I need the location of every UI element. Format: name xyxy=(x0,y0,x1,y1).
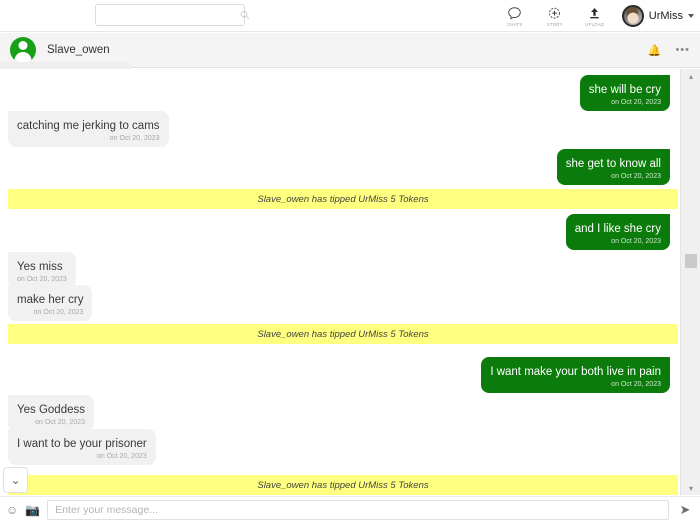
message-text: she will be cry xyxy=(588,84,661,96)
story-plus-icon xyxy=(547,5,562,21)
message-timestamp: on Oct 20, 2023 xyxy=(96,453,147,460)
avatar xyxy=(621,5,644,27)
outgoing-message-row: she will be cry on Oct 20, 2023 xyxy=(579,75,670,111)
scroll-up-arrow[interactable]: ▴ xyxy=(681,69,700,83)
user-name: UrMiss xyxy=(648,10,683,22)
message-text: I want make your both live in pain xyxy=(490,366,661,378)
incoming-message-row: Yes Goddess on Oct 20, 2023 xyxy=(8,395,94,431)
tip-notification-banner: Slave_owen has tipped UrMiss 5 Tokens xyxy=(8,475,678,495)
message-timestamp: on Oct 20, 2023 xyxy=(611,173,661,180)
incoming-message-row: Yes miss on Oct 20, 2023 xyxy=(8,252,76,288)
message-text: make her cry xyxy=(17,294,84,306)
more-options-icon[interactable]: ••• xyxy=(675,44,690,56)
message-bubble[interactable]: Yes Goddess on Oct 20, 2023 xyxy=(8,395,94,431)
message-bubble[interactable]: catching me jerking to cams on Oct 20, 20… xyxy=(8,111,169,147)
scroll-down-arrow[interactable]: ▾ xyxy=(681,481,700,495)
message-bubble[interactable]: I want make your both live in pain on Oct… xyxy=(481,357,670,393)
message-composer: ☺ 📷 ➤ xyxy=(0,496,700,523)
message-bubble[interactable]: Yes miss on Oct 20, 2023 xyxy=(8,252,76,288)
incoming-message-row: catching me jerking to cams on Oct 20, 20… xyxy=(8,111,169,147)
message-text: Yes miss xyxy=(17,261,63,273)
nav-story-label: STORY xyxy=(546,22,563,27)
outgoing-message-row: and I like she cry on Oct 20, 2023 xyxy=(565,214,670,250)
tip-notification-banner: Slave_owen has tipped UrMiss 5 Tokens xyxy=(8,189,678,209)
message-text: I want to be your prisoner xyxy=(17,438,147,450)
message-bubble[interactable]: and I like she cry on Oct 20, 2023 xyxy=(565,214,670,250)
message-bubble[interactable]: she get to know all on Oct 20, 2023 xyxy=(556,149,670,185)
message-bubble[interactable]: make her cry on Oct 20, 2023 xyxy=(8,285,93,321)
message-bubble[interactable]: she will be cry on Oct 20, 2023 xyxy=(579,75,670,111)
top-bar-actions: CHATS STORY UPLOAD UrMiss xyxy=(500,0,694,32)
tip-notification-text: Slave_owen has tipped UrMiss 5 Tokens xyxy=(257,328,429,340)
emoji-icon[interactable]: ☺ xyxy=(6,504,18,516)
chat-header-actions: 🔔 ••• xyxy=(648,44,690,57)
message-text: she get to know all xyxy=(565,158,661,170)
camera-icon[interactable]: 📷 xyxy=(25,504,40,516)
outgoing-message-row: I want make your both live in pain on Oct… xyxy=(481,357,670,393)
message-scrollbar[interactable]: ▴ ▾ xyxy=(680,69,700,495)
message-list[interactable]: she will be cry on Oct 20, 2023 catching m… xyxy=(0,69,680,495)
message-timestamp: on Oct 20, 2023 xyxy=(611,238,661,245)
chat-application: CHATS STORY UPLOAD UrMiss Slave_owen 🔔 •… xyxy=(0,0,700,523)
nav-story[interactable]: STORY xyxy=(540,5,570,27)
top-navigation-bar: CHATS STORY UPLOAD UrMiss xyxy=(0,0,700,32)
outgoing-message-row: she get to know all on Oct 20, 2023 xyxy=(556,149,670,185)
message-text: catching me jerking to cams xyxy=(17,120,160,132)
peer-avatar xyxy=(10,37,36,63)
peer-name: Slave_owen xyxy=(47,44,110,56)
upload-arrow-icon xyxy=(587,5,602,21)
message-timestamp: on Oct 20, 2023 xyxy=(109,135,160,142)
tip-notification-text: Slave_owen has tipped UrMiss 5 Tokens xyxy=(257,193,429,205)
message-timestamp: on Oct 20, 2023 xyxy=(33,309,84,316)
chevron-down-icon[interactable] xyxy=(688,14,694,18)
scrollbar-thumb[interactable] xyxy=(685,254,697,268)
tip-notification-text: Slave_owen has tipped UrMiss 5 Tokens xyxy=(257,479,429,491)
nav-chats[interactable]: CHATS xyxy=(500,5,530,27)
message-input[interactable] xyxy=(47,500,669,520)
message-timestamp: on Oct 20, 2023 xyxy=(611,381,661,388)
nav-upload[interactable]: UPLOAD xyxy=(580,5,610,27)
chat-bubble-icon xyxy=(507,5,522,21)
message-timestamp: on Oct 20, 2023 xyxy=(17,276,67,283)
incoming-message-row: make her cry on Oct 20, 2023 xyxy=(8,285,93,321)
user-menu[interactable]: UrMiss xyxy=(621,5,694,27)
message-text: and I like she cry xyxy=(574,223,661,235)
message-text: Yes Goddess xyxy=(17,404,85,416)
nav-chats-label: CHATS xyxy=(507,22,523,27)
message-bubble[interactable]: I want to be your prisoner on Oct 20, 202… xyxy=(8,429,156,465)
collapse-chevron-icon[interactable]: ⌄ xyxy=(3,467,28,493)
nav-upload-label: UPLOAD xyxy=(585,22,605,27)
send-button[interactable]: ➤ xyxy=(676,502,694,518)
search-input[interactable] xyxy=(96,5,240,25)
search-box[interactable] xyxy=(95,4,250,26)
tip-notification-banner: Slave_owen has tipped UrMiss 5 Tokens xyxy=(8,324,678,344)
message-timestamp: on Oct 20, 2023 xyxy=(611,99,661,106)
search-icon[interactable] xyxy=(240,10,250,20)
chat-tab-stub xyxy=(0,62,131,69)
bell-icon[interactable]: 🔔 xyxy=(648,44,662,57)
incoming-message-row: I want to be your prisoner on Oct 20, 202… xyxy=(8,429,156,465)
message-timestamp: on Oct 20, 2023 xyxy=(35,419,85,426)
